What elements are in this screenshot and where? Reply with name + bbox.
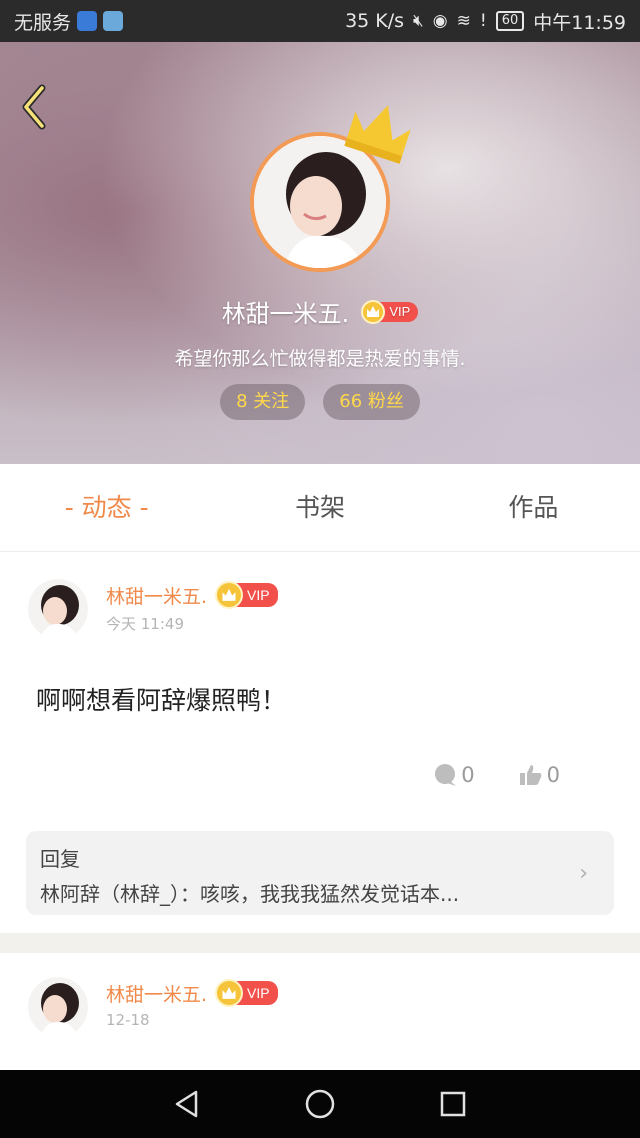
wifi-icon: ≋ xyxy=(456,11,471,31)
profile-avatar-wrap[interactable] xyxy=(250,105,411,272)
post-time: 今天 11:49 xyxy=(106,615,184,633)
post-meta: 林甜一米五. VIP 12-18 xyxy=(106,979,278,1029)
network-speed: 35 K/s xyxy=(345,10,405,32)
profile-header: 林甜一米五. VIP 希望你那么忙做得都是热爱的事情. 8 关注 66 粉丝 xyxy=(0,42,640,464)
profile-tabs: - 动态 - 书架 作品 xyxy=(0,464,640,552)
followers-button[interactable]: 66 粉丝 xyxy=(323,384,420,420)
vip-crown-icon xyxy=(215,979,244,1007)
avatar-image xyxy=(28,579,88,639)
feed-post[interactable]: 林甜一米五. VIP 今天 11:49 啊啊想看阿辞爆照鸭！ 0 0 回复 林阿… xyxy=(0,553,640,933)
like-button[interactable]: 0 xyxy=(519,763,560,787)
nav-recents-button[interactable] xyxy=(433,1084,473,1124)
chevron-left-icon xyxy=(22,84,46,130)
reply-preview[interactable]: 回复 林阿辞（林辞_）：咳咳，我我我猛然发觉话本... › xyxy=(26,831,614,915)
comment-icon xyxy=(435,764,457,786)
nav-home-button[interactable] xyxy=(300,1084,340,1124)
tab-works[interactable]: 作品 xyxy=(427,464,640,551)
battery-icon: 60 xyxy=(495,11,525,31)
thumbs-up-icon xyxy=(519,765,541,785)
status-bar: 无服务 35 K/s 🔇︎ ◉ ≋ ! 60 中午11:59 xyxy=(0,0,640,42)
status-right: 35 K/s 🔇︎ ◉ ≋ ! 60 中午11:59 xyxy=(345,8,626,35)
like-count: 0 xyxy=(546,763,560,787)
reply-label: 回复 xyxy=(40,847,80,871)
profile-stats: 8 关注 66 粉丝 xyxy=(0,384,640,420)
vip-crown-icon xyxy=(361,299,386,324)
alert-icon: ! xyxy=(479,11,487,31)
post-time: 12-18 xyxy=(106,1011,150,1029)
post-header: 林甜一米五. VIP 今天 11:49 xyxy=(28,579,278,641)
tab-bookshelf[interactable]: 书架 xyxy=(213,464,426,551)
vip-badge: VIP xyxy=(361,299,419,324)
vip-badge: VIP xyxy=(215,979,278,1007)
post-header: 林甜一米五. VIP 12-18 xyxy=(28,977,278,1039)
app-notification-icon xyxy=(103,11,124,31)
post-author[interactable]: 林甜一米五. xyxy=(106,980,207,1007)
triangle-back-icon xyxy=(175,1090,197,1118)
post-avatar[interactable] xyxy=(28,977,88,1037)
post-author-line: 林甜一米五. VIP xyxy=(106,581,278,609)
carrier-text: 无服务 xyxy=(14,11,72,34)
system-nav-bar xyxy=(0,1070,640,1138)
nav-back-button[interactable] xyxy=(167,1084,207,1124)
tab-activity[interactable]: - 动态 - xyxy=(0,464,213,551)
profile-bio: 希望你那么忙做得都是热爱的事情. xyxy=(174,348,466,370)
post-author[interactable]: 林甜一米五. xyxy=(106,582,207,609)
reply-text: 林阿辞（林辞_）：咳咳，我我我猛然发觉话本... xyxy=(40,882,460,906)
profile-name-row: 林甜一米五. VIP xyxy=(0,294,640,329)
eye-icon: ◉ xyxy=(432,11,448,31)
post-author-line: 林甜一米五. VIP xyxy=(106,979,278,1007)
avatar-image xyxy=(28,977,88,1037)
circle-home-icon xyxy=(305,1089,335,1119)
profile-name: 林甜一米五. xyxy=(221,300,350,328)
status-time: 中午11:59 xyxy=(533,11,626,34)
following-button[interactable]: 8 关注 xyxy=(220,384,306,420)
chevron-right-icon: › xyxy=(579,861,588,886)
post-divider xyxy=(0,933,640,953)
feed-post[interactable]: 林甜一米五. VIP 12-18 xyxy=(0,953,640,1070)
square-recents-icon xyxy=(441,1091,466,1117)
back-button[interactable] xyxy=(14,82,54,132)
post-meta: 林甜一米五. VIP 今天 11:49 xyxy=(106,581,278,634)
profile-name-inner: 林甜一米五. VIP xyxy=(222,294,419,329)
mute-icon: 🔇︎ xyxy=(413,11,424,31)
shield-app-icon xyxy=(77,11,98,31)
post-text: 啊啊想看阿辞爆照鸭！ xyxy=(36,686,287,715)
post-actions: 0 0 xyxy=(433,763,560,787)
vip-crown-icon xyxy=(215,581,244,609)
comment-button[interactable]: 0 xyxy=(433,763,475,787)
post-avatar[interactable] xyxy=(28,579,88,639)
vip-badge: VIP xyxy=(215,581,278,609)
comment-count: 0 xyxy=(461,763,475,787)
status-left: 无服务 xyxy=(14,8,124,35)
